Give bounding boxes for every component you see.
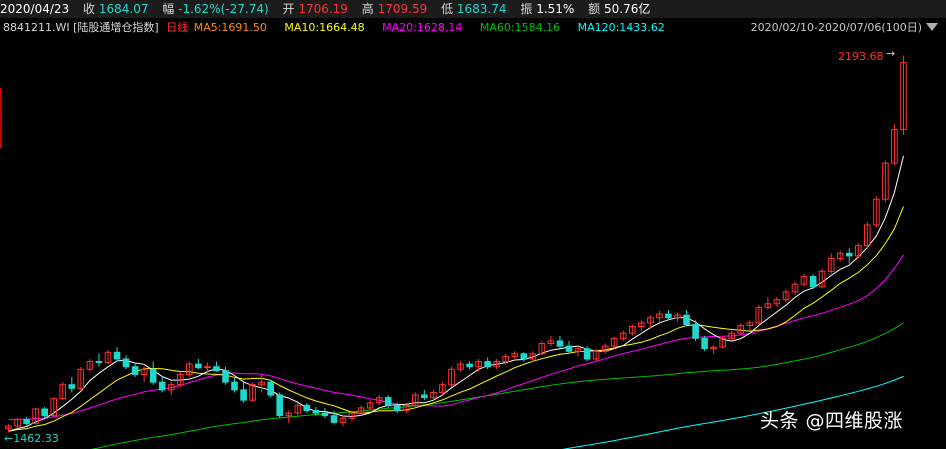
low-value: 1683.74 — [456, 2, 507, 16]
range-dropdown-icon[interactable] — [926, 23, 938, 31]
candle-body — [520, 353, 528, 360]
candle-body — [213, 366, 220, 372]
candle-body — [204, 366, 211, 369]
kline-chart[interactable] — [0, 36, 946, 449]
candle-body — [330, 415, 338, 423]
candle-body — [683, 314, 690, 326]
candle-body — [809, 276, 817, 288]
candle-body — [149, 368, 157, 383]
high-label: 高 — [361, 2, 374, 16]
candle-body — [240, 389, 247, 401]
change-label: 幅 — [162, 2, 175, 16]
close-value: 1684.07 — [98, 2, 149, 16]
candle-body — [845, 252, 853, 257]
change-value: -1.62%(-27.74) — [178, 2, 269, 16]
date-range[interactable]: 2020/02/10-2020/07/06(100日) — [751, 19, 922, 36]
candle-body — [583, 348, 591, 360]
candle-body — [303, 404, 311, 411]
ma20-line — [8, 254, 904, 421]
open-value: 1706.19 — [298, 2, 348, 16]
ma5-value: MA5:1691.50 — [193, 21, 267, 34]
candle-body — [565, 345, 573, 352]
candle-body — [41, 408, 49, 417]
candle-body — [692, 323, 699, 339]
quote-header: 2020/04/23 收 1684.07 幅 -1.62%(-27.74) 开 … — [0, 0, 946, 18]
ma60-value: MA60:1584.16 — [479, 21, 561, 34]
candle-body — [421, 394, 428, 399]
candle-body — [195, 363, 202, 369]
candle-body — [701, 337, 708, 350]
candle-body — [23, 418, 30, 424]
max-price-arrow-icon: → — [886, 47, 896, 60]
amplitude-value: 1.51% — [536, 2, 575, 16]
candle-body — [131, 366, 139, 375]
ma10-value: MA10:1664.48 — [284, 21, 365, 34]
min-price-arrow-icon: ← — [4, 432, 14, 445]
candle-body — [267, 381, 274, 396]
candle-body — [393, 404, 401, 411]
max-price-label: 2193.68 — [838, 50, 884, 63]
candle-body — [222, 370, 229, 383]
amount-label: 额 — [588, 2, 601, 16]
min-price-value: 1462.33 — [13, 432, 59, 445]
candle-body — [158, 381, 166, 391]
instrument-name: [陆股通增仓指数] — [73, 21, 159, 34]
low-label: 低 — [441, 2, 454, 16]
period-label[interactable]: 日线 — [166, 19, 188, 36]
ma120-value: MA120:1433.62 — [577, 21, 665, 34]
high-value: 1709.59 — [377, 2, 428, 16]
ma20-value: MA20:1628.14 — [382, 21, 463, 34]
amount-value: 50.76亿 — [604, 2, 651, 16]
candle-body — [556, 340, 564, 347]
watermark: 头条 @四维股涨 — [760, 410, 904, 432]
ma10-line — [8, 206, 904, 432]
candle-body — [321, 412, 329, 417]
candle-body — [122, 358, 130, 368]
close-label: 收 — [83, 2, 96, 16]
candle-body — [231, 381, 238, 391]
amplitude-label: 振 — [520, 2, 533, 16]
candle-body — [312, 410, 320, 414]
open-label: 开 — [282, 2, 295, 16]
candle-body — [484, 361, 491, 368]
candle-body — [384, 397, 392, 406]
candle-body — [466, 363, 473, 368]
candle-body — [665, 313, 672, 319]
instrument-code: 8841211.WI — [3, 21, 70, 34]
candle-body — [276, 394, 283, 417]
quote-date: 2020/04/23 — [0, 2, 70, 16]
min-price-label: ←1462.33 — [4, 432, 59, 445]
ma5-line — [8, 155, 904, 432]
candle-body — [113, 351, 121, 360]
candle-body — [68, 384, 76, 389]
candle-body — [95, 361, 103, 363]
